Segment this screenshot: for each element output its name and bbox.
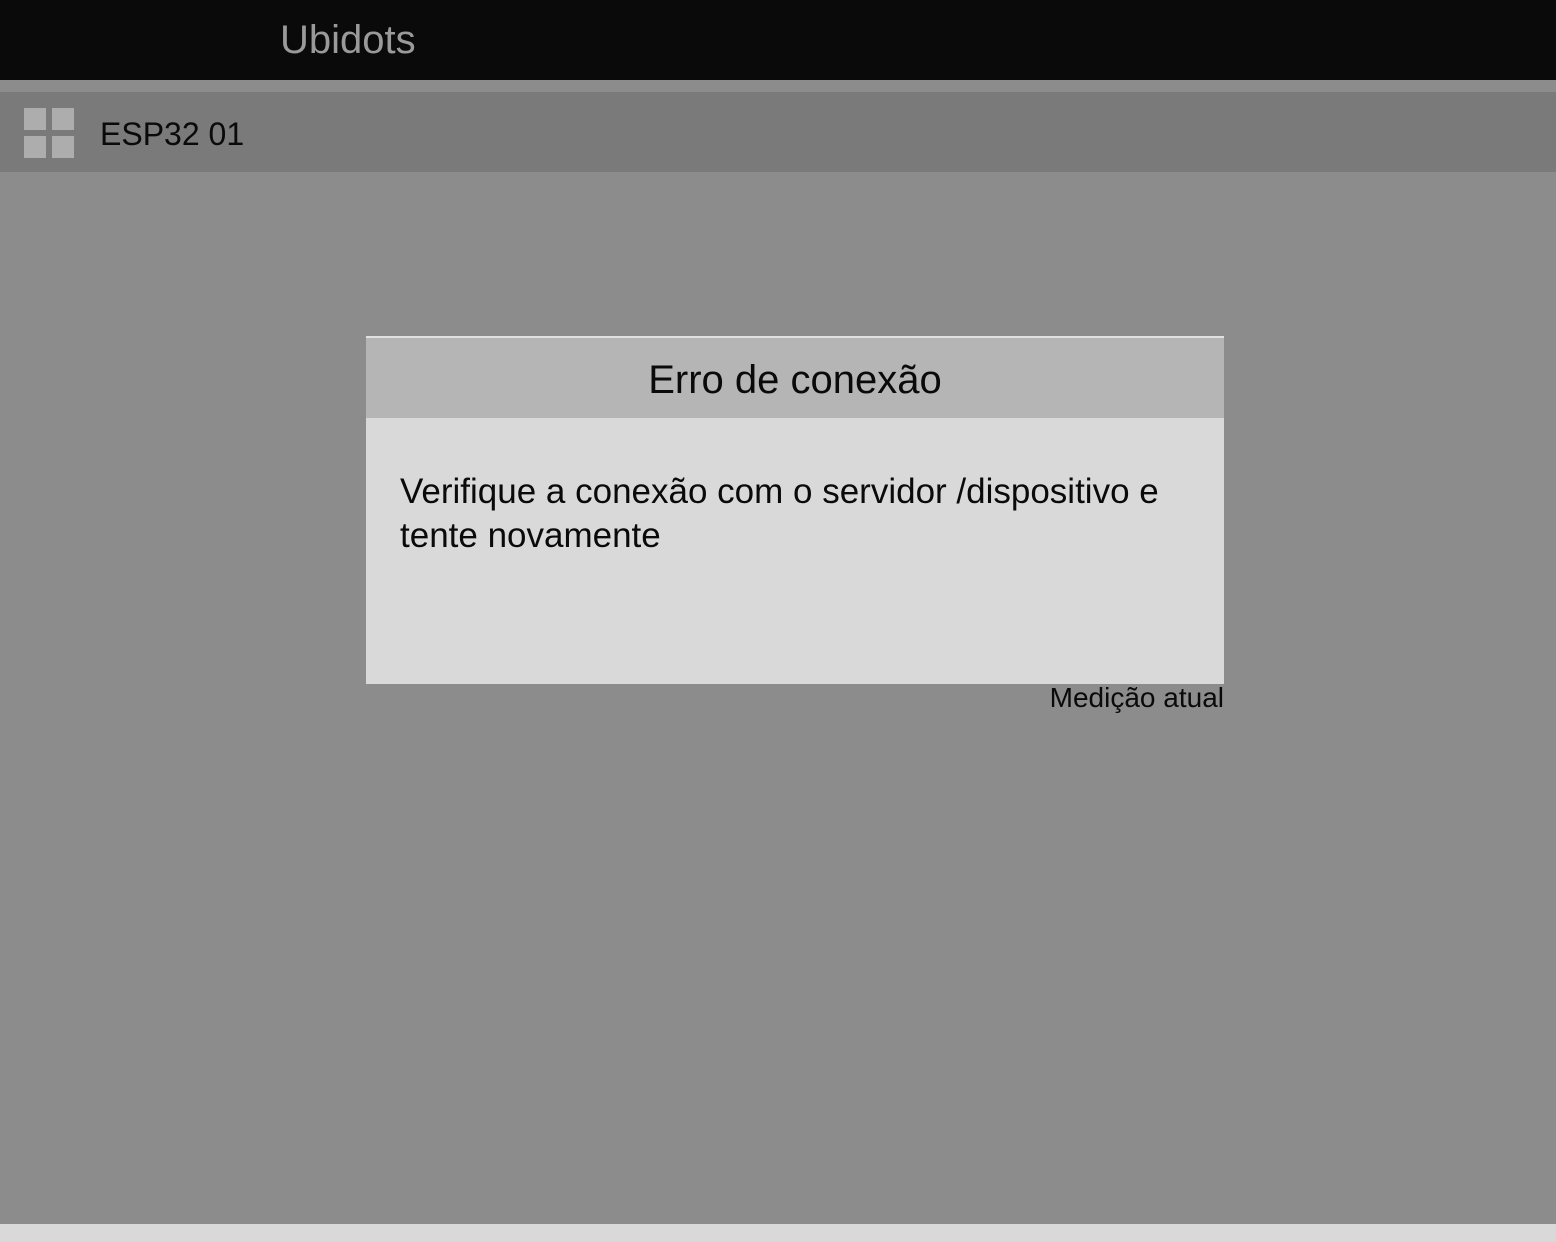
app-title: Ubidots bbox=[280, 18, 416, 62]
bottom-strip bbox=[0, 1224, 1556, 1242]
dialog-message: Verifique a conexão com o servidor /disp… bbox=[400, 472, 1159, 555]
current-reading-label: Medição atual bbox=[1049, 682, 1224, 713]
connection-error-dialog: Erro de conexão Verifique a conexão com … bbox=[366, 336, 1224, 684]
device-name: ESP32 01 bbox=[100, 116, 245, 152]
grid-icon-cell bbox=[24, 136, 46, 158]
grid-icon-cell bbox=[52, 136, 74, 158]
grid-menu-icon[interactable] bbox=[24, 108, 74, 158]
device-bar: ESP32 01 bbox=[0, 92, 1556, 172]
grid-icon-cell bbox=[24, 108, 46, 130]
grid-icon-cell bbox=[52, 108, 74, 130]
top-app-bar: Ubidots bbox=[0, 0, 1556, 80]
dialog-title: Erro de conexão bbox=[648, 358, 942, 402]
dialog-header: Erro de conexão bbox=[366, 336, 1224, 418]
header-divider bbox=[0, 80, 1556, 92]
